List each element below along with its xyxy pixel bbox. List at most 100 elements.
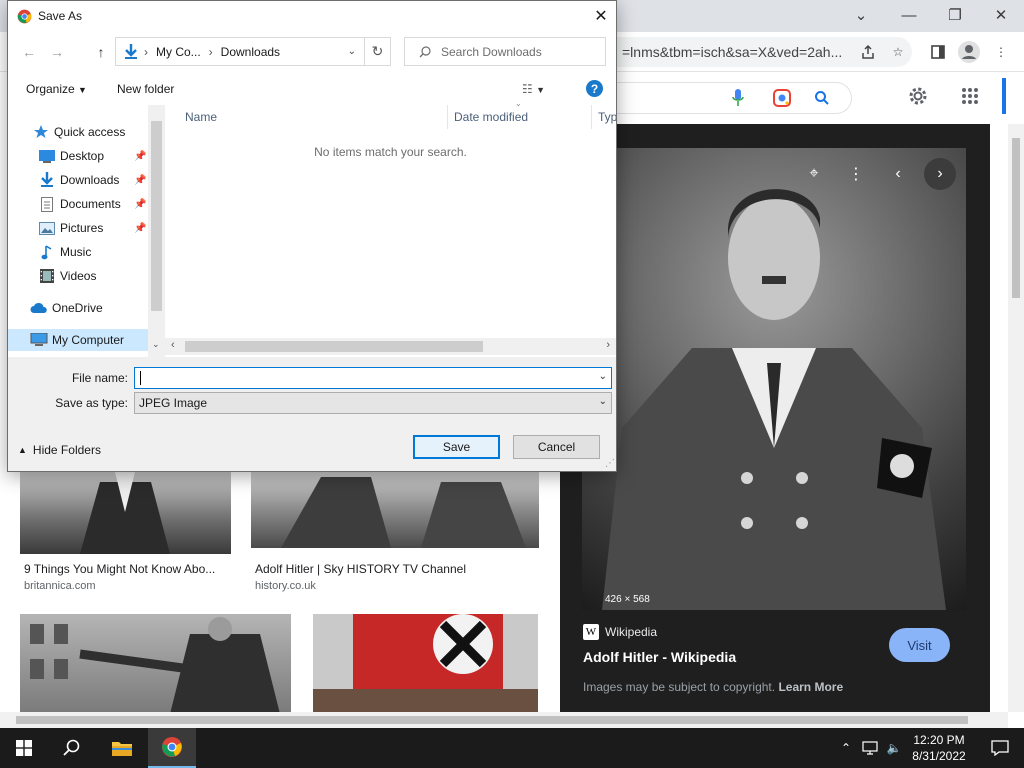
- save-button[interactable]: Save: [413, 435, 500, 459]
- nav-downloads[interactable]: Downloads 📌: [8, 169, 148, 191]
- next-image-icon[interactable]: ›: [924, 158, 956, 190]
- learn-more-link[interactable]: Learn More: [778, 680, 843, 694]
- previous-image-icon[interactable]: ‹: [882, 158, 914, 190]
- breadcrumb-separator-icon: ›: [208, 44, 213, 59]
- nav-quick-access[interactable]: Quick access: [8, 121, 148, 143]
- nav-documents[interactable]: Documents 📌: [8, 193, 148, 215]
- nav-my-computer-label: My Computer: [52, 333, 125, 347]
- result-caption-2[interactable]: Adolf Hitler | Sky HISTORY TV Channel: [255, 562, 466, 576]
- close-window-icon[interactable]: ✕: [978, 0, 1024, 30]
- new-folder-button[interactable]: New folder: [117, 82, 174, 96]
- file-explorer-icon[interactable]: [98, 728, 146, 768]
- nav-onedrive[interactable]: OneDrive: [8, 297, 148, 319]
- file-list-hscroll-thumb[interactable]: [185, 341, 483, 352]
- chrome-menu-icon[interactable]: ⋮: [989, 40, 1013, 64]
- settings-gear-icon[interactable]: [906, 84, 930, 108]
- taskbar-clock[interactable]: 12:20 PM 8/31/2022: [906, 732, 972, 764]
- nav-videos[interactable]: Videos: [8, 265, 148, 287]
- preview-source[interactable]: W Wikipedia: [583, 624, 657, 640]
- page-vscroll-thumb[interactable]: [1012, 138, 1020, 298]
- page-hscroll-thumb[interactable]: [16, 716, 968, 724]
- bookmark-star-icon[interactable]: ☆: [886, 40, 910, 64]
- copyright-text: Images may be subject to copyright.: [583, 680, 776, 694]
- column-name[interactable]: Name: [179, 105, 448, 129]
- back-arrow-icon[interactable]: ←: [18, 41, 40, 63]
- file-name-label: File name:: [71, 371, 128, 385]
- start-button[interactable]: [0, 728, 48, 768]
- address-dropdown-icon[interactable]: ⌄: [348, 46, 356, 57]
- hscroll-left-icon[interactable]: ‹: [171, 339, 175, 351]
- nav-pictures[interactable]: Pictures 📌: [8, 217, 148, 239]
- up-arrow-icon[interactable]: ↑: [90, 41, 112, 63]
- nav-pane-scrollbar[interactable]: ⌄: [148, 105, 165, 357]
- taskbar-search-icon[interactable]: [48, 728, 96, 768]
- wikipedia-logo-icon: W: [583, 624, 599, 640]
- network-icon[interactable]: [858, 728, 882, 768]
- lens-search-icon[interactable]: [770, 86, 794, 110]
- file-name-dropdown-icon[interactable]: ⌄: [599, 371, 607, 382]
- nav-desktop-label: Desktop: [60, 149, 105, 163]
- result-image-2[interactable]: [251, 472, 539, 548]
- restore-icon[interactable]: ❐: [932, 0, 978, 30]
- nav-videos-label: Videos: [60, 269, 97, 283]
- breadcrumb-downloads[interactable]: Downloads: [221, 45, 280, 59]
- more-options-icon[interactable]: ⋮: [840, 158, 872, 190]
- share-icon[interactable]: [856, 40, 880, 64]
- organize-menu[interactable]: Organize ▼: [26, 82, 87, 96]
- file-list-hscrollbar[interactable]: ‹ ›: [165, 338, 616, 355]
- view-options-icon[interactable]: ☷ ▼: [522, 82, 545, 96]
- result-image-3[interactable]: [20, 614, 291, 714]
- page-vertical-scrollbar[interactable]: [1008, 124, 1024, 712]
- cancel-button[interactable]: Cancel: [513, 435, 600, 459]
- result-source-2: history.co.uk: [255, 580, 316, 592]
- pin-icon: 📌: [134, 198, 147, 210]
- resize-grip-icon[interactable]: ⋰: [605, 458, 615, 469]
- nav-scroll-thumb[interactable]: [151, 121, 162, 311]
- column-date-modified[interactable]: Date modified: [448, 105, 592, 129]
- videos-icon: [38, 268, 56, 284]
- taskbar: ⌃ 🔈 12:20 PM 8/31/2022: [0, 728, 1024, 768]
- text-caret: [140, 371, 141, 385]
- profile-avatar-icon[interactable]: [957, 40, 981, 64]
- nav-documents-label: Documents: [60, 197, 121, 211]
- preview-image[interactable]: [582, 148, 966, 610]
- file-name-input[interactable]: ⌄: [134, 367, 612, 389]
- visit-button[interactable]: Visit: [889, 628, 950, 662]
- voice-search-icon[interactable]: [726, 86, 750, 110]
- chrome-taskbar-icon[interactable]: [148, 728, 196, 768]
- volume-icon[interactable]: 🔈: [882, 728, 906, 768]
- nav-scroll-down-icon[interactable]: ⌄: [152, 339, 160, 350]
- notifications-icon[interactable]: [976, 728, 1024, 768]
- hide-folders-toggle[interactable]: ▲ Hide Folders: [18, 443, 101, 457]
- forward-arrow-icon[interactable]: →: [46, 41, 68, 63]
- nav-my-computer[interactable]: My Computer: [8, 329, 148, 351]
- address-bar[interactable]: › My Co... › Downloads ⌄: [115, 37, 365, 66]
- hscroll-right-icon[interactable]: ›: [606, 339, 610, 351]
- result-image-1[interactable]: [20, 472, 231, 554]
- save-type-label: Save as type:: [55, 396, 128, 410]
- preview-title[interactable]: Adolf Hitler - Wikipedia: [583, 649, 736, 665]
- apps-grid-icon[interactable]: [958, 84, 982, 108]
- nav-desktop[interactable]: Desktop 📌: [8, 145, 148, 167]
- pictures-icon: [38, 220, 56, 236]
- breadcrumb-my-computer[interactable]: My Co...: [156, 45, 201, 59]
- nav-music[interactable]: Music: [8, 241, 148, 263]
- save-type-select[interactable]: JPEG Image ⌄: [134, 392, 612, 414]
- column-type[interactable]: Type: [592, 105, 616, 129]
- search-field[interactable]: Search Downloads: [404, 37, 606, 66]
- search-icon[interactable]: [810, 86, 834, 110]
- show-hidden-icons[interactable]: ⌃: [834, 728, 858, 768]
- refresh-icon[interactable]: ↻: [364, 37, 391, 66]
- minimize-icon[interactable]: —: [886, 0, 932, 30]
- downloads-folder-icon: [124, 43, 138, 60]
- help-icon[interactable]: ?: [586, 80, 603, 97]
- image-preview-panel: ⌖ ⋮ ‹ › 426 × 568 W Wikipedia Adolf Hitl…: [560, 124, 990, 714]
- result-caption-1[interactable]: 9 Things You Might Not Know Abo...: [24, 562, 215, 576]
- result-image-4[interactable]: [313, 614, 538, 714]
- page-horizontal-scrollbar[interactable]: [0, 712, 1008, 728]
- visual-search-icon[interactable]: ⌖: [798, 158, 830, 190]
- side-panel-icon[interactable]: [926, 40, 950, 64]
- tab-search-icon[interactable]: ⌄: [838, 0, 884, 30]
- dialog-close-icon[interactable]: ✕: [586, 1, 616, 31]
- nav-onedrive-label: OneDrive: [52, 301, 103, 315]
